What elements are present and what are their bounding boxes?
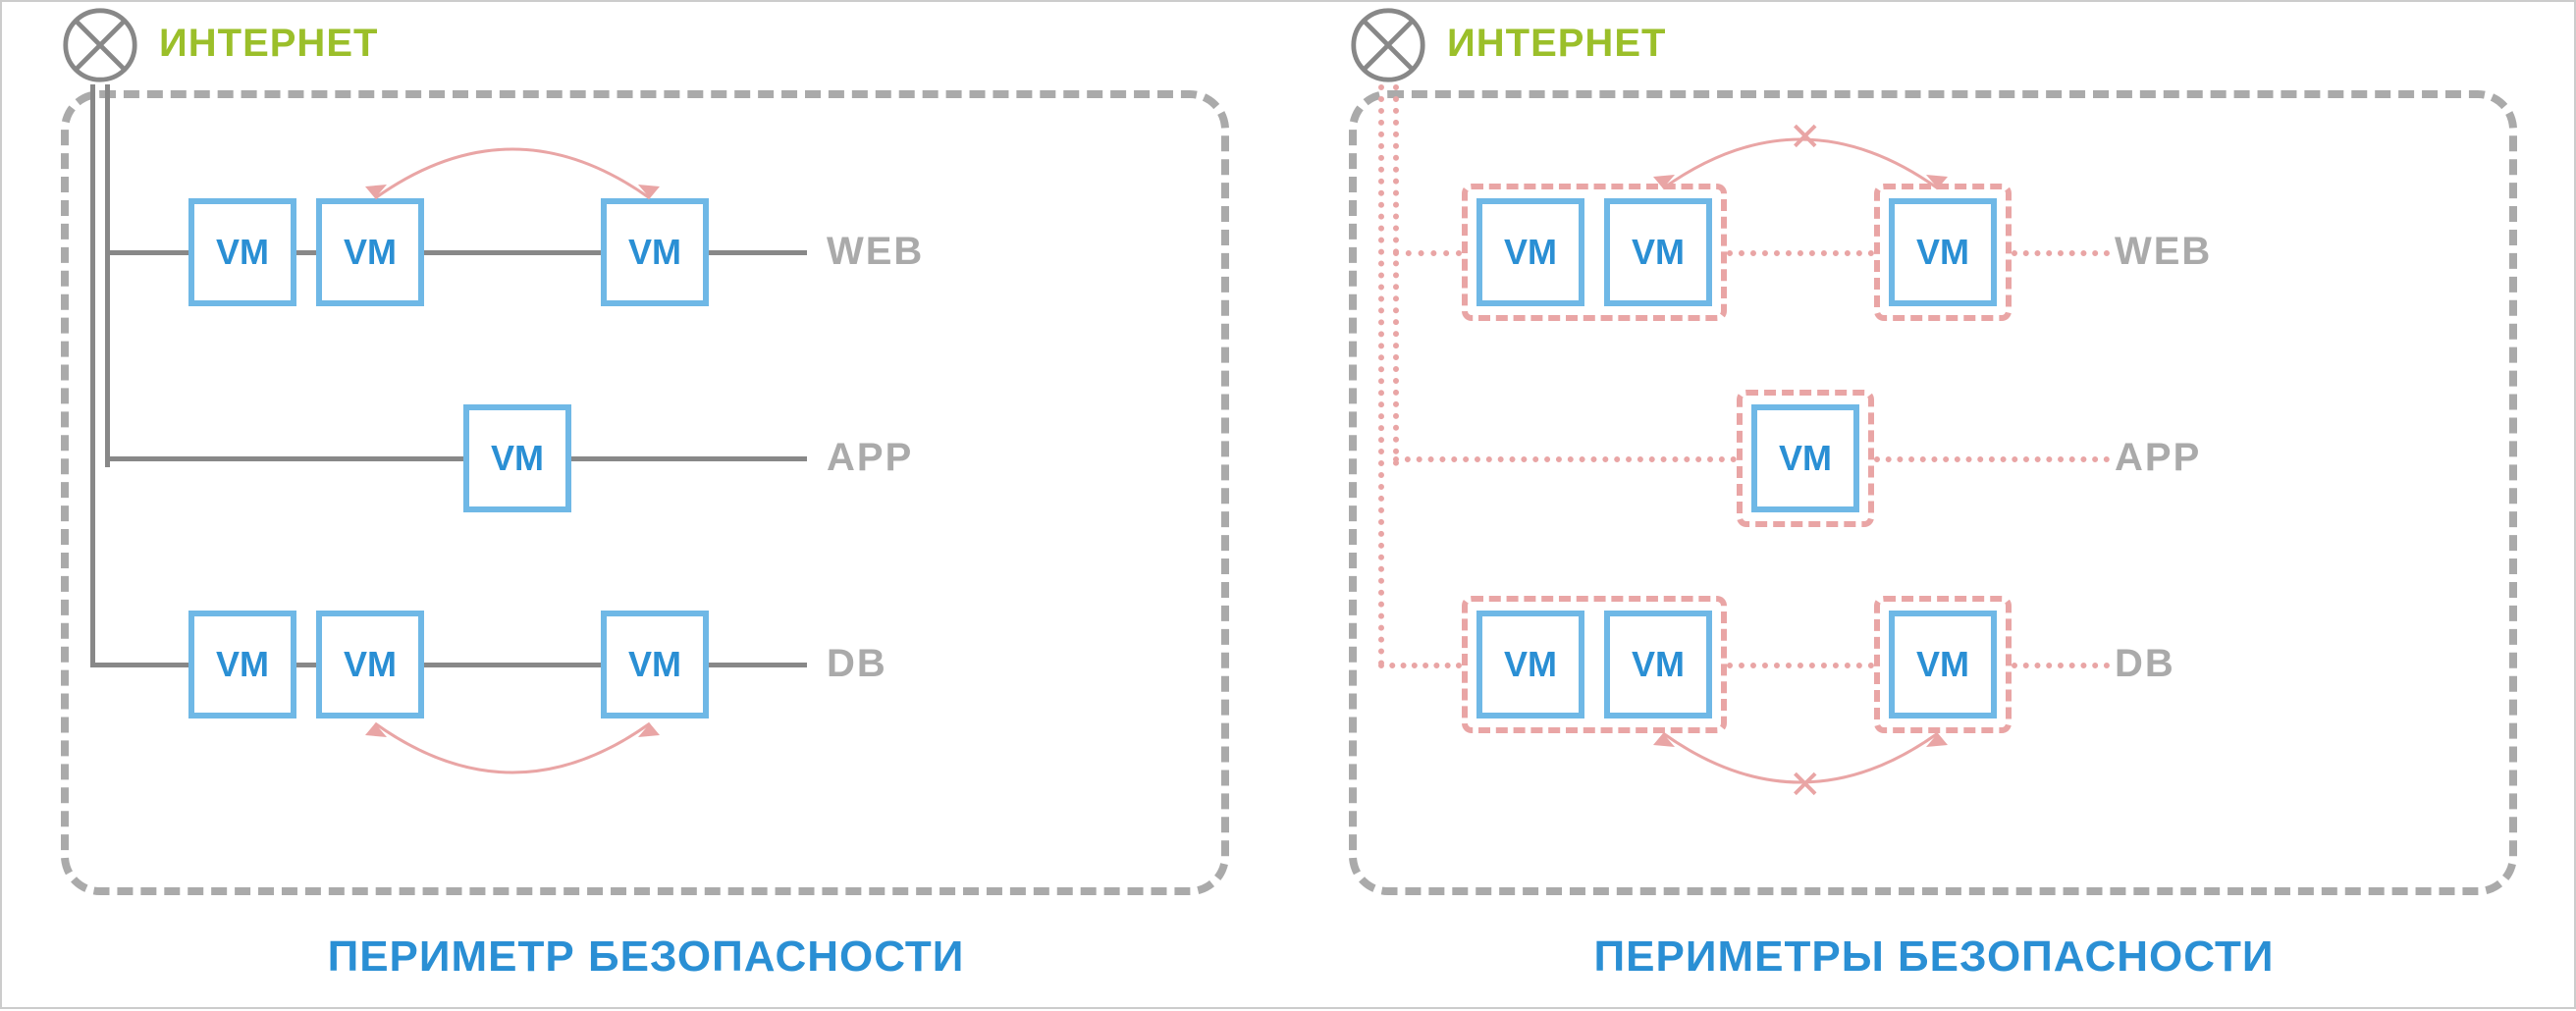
vm-web-3: VM	[601, 198, 709, 306]
diagram-perimeter-single: ИНТЕРНЕТ VM VM VM WEB VM APP VM VM VM DB	[2, 2, 1290, 1011]
vm-db-3: VM	[1889, 611, 1997, 718]
row-label-db: DB	[2115, 642, 2175, 686]
internet-icon	[61, 6, 139, 84]
vm-web-3: VM	[1889, 198, 1997, 306]
vm-db-3: VM	[601, 611, 709, 718]
vm-app-1: VM	[1751, 404, 1859, 512]
arc-web-allowed	[365, 130, 660, 208]
blocked-x-icon: ✕	[1789, 115, 1822, 160]
row-label-app: APP	[2115, 436, 2201, 480]
row-label-db: DB	[827, 642, 887, 686]
internet-label: ИНТЕРНЕТ	[159, 22, 378, 66]
vm-db-1: VM	[188, 611, 296, 718]
row-label-app: APP	[827, 436, 913, 480]
vm-web-1: VM	[1476, 198, 1584, 306]
vm-app-1: VM	[463, 404, 571, 512]
diagram-perimeter-micro: ИНТЕРНЕТ VM VM VM WEB VM APP VM VM VM DB…	[1290, 2, 2576, 1011]
arc-db-allowed	[365, 714, 660, 792]
caption-left: ПЕРИМЕТР БЕЗОПАСНОСТИ	[2, 932, 1290, 982]
vm-web-2: VM	[316, 198, 424, 306]
vm-web-2: VM	[1604, 198, 1712, 306]
row-label-web: WEB	[2115, 230, 2212, 274]
vm-db-1: VM	[1476, 611, 1584, 718]
vm-db-2: VM	[1604, 611, 1712, 718]
internet-icon	[1349, 6, 1427, 84]
caption-right: ПЕРИМЕТРЫ БЕЗОПАСНОСТИ	[1290, 932, 2576, 982]
vm-web-1: VM	[188, 198, 296, 306]
vm-db-2: VM	[316, 611, 424, 718]
blocked-x-icon: ✕	[1789, 763, 1822, 808]
internet-label: ИНТЕРНЕТ	[1447, 22, 1666, 66]
row-label-web: WEB	[827, 230, 924, 274]
